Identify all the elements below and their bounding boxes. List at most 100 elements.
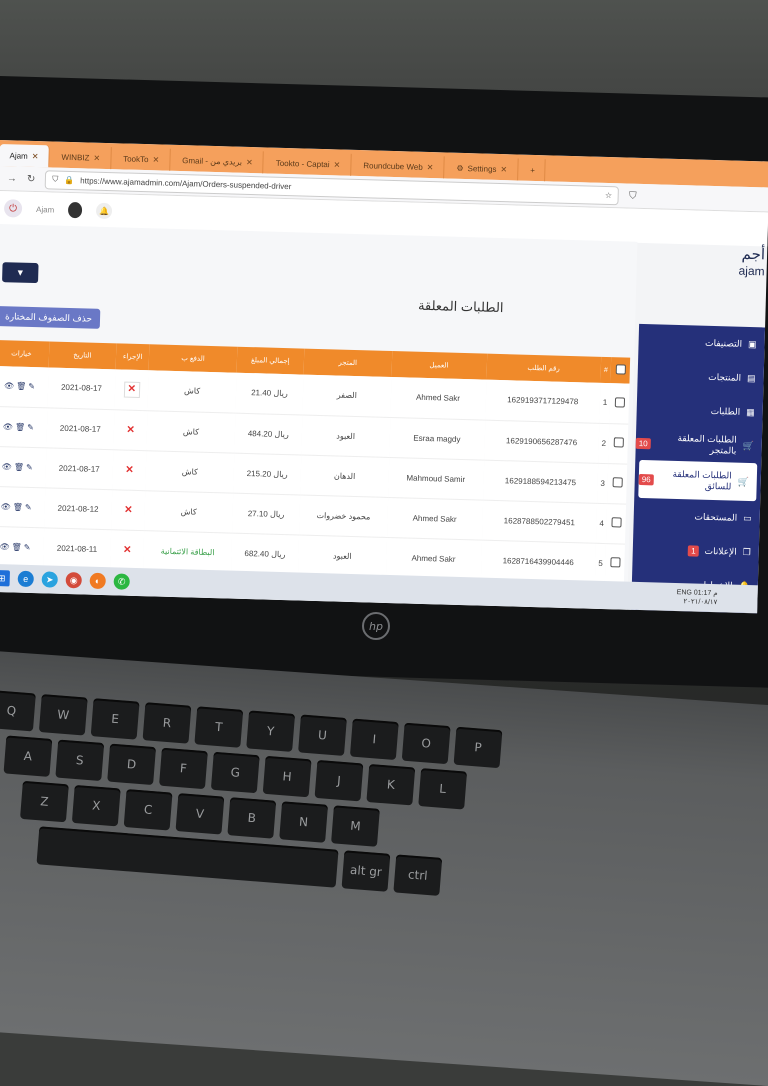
close-icon[interactable]: ✕ — [246, 157, 253, 166]
amount: 484.20 — [247, 428, 273, 439]
close-icon[interactable]: ✕ — [427, 162, 434, 171]
tab-tookto-captain[interactable]: Tookto - Captai ✕ — [265, 151, 352, 176]
whatsapp-icon[interactable]: ✆ — [113, 573, 130, 590]
close-icon[interactable]: ✕ — [152, 155, 159, 164]
reject-icon[interactable]: ✕ — [126, 424, 135, 435]
sidebar-item-orders[interactable]: الطلبات ▦ — [636, 392, 763, 430]
avatar[interactable] — [68, 201, 83, 219]
tab-roundcube[interactable]: Roundcube Web ✕ — [352, 153, 445, 179]
cell-store: الدهان — [333, 470, 356, 481]
cell-store: العبود — [332, 550, 352, 561]
new-tab-button[interactable]: + — [519, 158, 547, 182]
logo-latin: ajam — [738, 263, 765, 279]
reject-icon[interactable]: ✕ — [123, 381, 140, 398]
currency: ريال — [274, 429, 289, 439]
sidebar-item-label: الطلبات المعلقة للسائق — [672, 468, 732, 492]
column-payment: الدفع ب — [181, 355, 205, 363]
forward-icon[interactable]: → — [7, 173, 17, 184]
amount: 21.40 — [251, 388, 272, 398]
cell-total: ريال 682.40 — [231, 533, 299, 575]
key: Q — [0, 690, 36, 732]
row-checkbox[interactable] — [605, 543, 625, 584]
key: O — [401, 722, 451, 765]
filter-button[interactable]: ▼ — [2, 262, 39, 284]
amount: 27.10 — [247, 508, 268, 519]
row-action-icons[interactable]: 👁🗑✎ — [4, 381, 37, 391]
cell-payment: كاش — [181, 466, 199, 477]
key: C — [123, 789, 173, 831]
cell-payment: كاش — [182, 426, 200, 437]
copy-icon: ❐ — [742, 546, 751, 557]
key: T — [194, 706, 244, 748]
clock-time: 01:17 م — [693, 589, 718, 598]
tab-ajam[interactable]: Ajam ✕ — [0, 143, 50, 168]
tab-gmail[interactable]: Gmail - بريدي من ✕ — [171, 148, 265, 174]
sidebar-item-pending-store[interactable]: 10 الطلبات المعلقة بالمتجر 🛒 — [635, 426, 762, 464]
windows-start-icon[interactable]: ⊞ — [0, 569, 10, 587]
box-icon: ▤ — [747, 372, 756, 383]
sidebar-item-pending-driver[interactable]: 96 الطلبات المعلقة للسائق 🛒 — [638, 459, 758, 502]
reload-icon[interactable]: ↻ — [27, 173, 36, 184]
close-icon[interactable]: ✕ — [32, 151, 39, 160]
key: X — [71, 784, 121, 827]
page-title: الطلبات المعلقة — [417, 297, 504, 316]
reject-icon[interactable]: ✕ — [125, 464, 134, 475]
key: L — [418, 768, 468, 810]
sidebar-item-categories[interactable]: التصنيفات ▣ — [638, 324, 765, 362]
taskbar-clock: ENG 01:17 م ٢٠٢١/٠٨/١٧ — [676, 588, 718, 607]
pocket-icon[interactable]: ⛉ — [629, 190, 637, 201]
cell-date: 2021-08-11 — [56, 543, 98, 554]
cell-payment: كاش — [180, 506, 197, 517]
sidebar-item-label: التصنيفات — [705, 337, 743, 349]
hp-logo: hp — [362, 612, 390, 640]
row-checkbox[interactable] — [608, 423, 628, 464]
key: A — [3, 735, 53, 777]
telegram-icon[interactable]: ➤ — [41, 571, 58, 588]
key: R — [142, 702, 192, 744]
close-icon[interactable]: ✕ — [333, 160, 340, 169]
select-all-checkbox[interactable] — [611, 357, 631, 384]
key: U — [298, 714, 347, 756]
delete-selected-button[interactable]: حذف الصفوف المختارة — [0, 305, 101, 329]
sidebar-item-products[interactable]: المنتجات ▤ — [637, 358, 764, 396]
tab-label: Settings — [467, 163, 497, 174]
row-action-icons[interactable]: 👁🗑✎ — [2, 462, 35, 472]
row-action-icons[interactable]: 👁🗑✎ — [3, 422, 36, 432]
row-action-icons[interactable]: 👁🗑✎ — [0, 542, 33, 552]
row-checkbox[interactable] — [607, 463, 627, 504]
tab-tookto[interactable]: TookTo ✕ — [112, 147, 171, 171]
close-icon[interactable]: ✕ — [500, 164, 507, 173]
ajam-logo: أجم ajam — [674, 245, 765, 295]
lock-icon: 🔒 — [64, 175, 75, 185]
row-actions: 👁🗑✎ — [0, 366, 48, 408]
key: M — [331, 805, 380, 847]
key: J — [314, 759, 364, 802]
count-badge: 96 — [638, 473, 654, 485]
reject-icon[interactable]: ✕ — [124, 504, 133, 515]
cell-action: ✕ — [113, 409, 148, 450]
sidebar-item-label: الطلبات — [710, 405, 741, 417]
firefox-icon[interactable]: ◐ — [89, 572, 106, 590]
tab-winbiz[interactable]: WINBIZ ✕ — [51, 145, 112, 170]
logout-icon[interactable]: ⏻ — [3, 199, 23, 218]
lang-indicator[interactable]: ENG — [677, 589, 692, 596]
row-action-icons[interactable]: 👁🗑✎ — [1, 502, 34, 512]
sidebar-item-ads[interactable]: 1 الإعلانات ❐ — [632, 532, 759, 570]
edge-icon[interactable]: e — [17, 570, 34, 588]
star-icon[interactable]: ☆ — [605, 190, 612, 199]
chrome-icon[interactable]: ◉ — [65, 572, 82, 589]
sidebar-item-dues[interactable]: المستحقات ▭ — [633, 498, 760, 536]
cell-total: ريال 27.10 — [232, 493, 300, 535]
tab-label: TookTo — [123, 153, 149, 164]
cell-total: ريال 484.20 — [234, 413, 302, 455]
row-checkbox[interactable] — [606, 503, 626, 544]
cell-order-id: 1629190656287476 — [505, 435, 578, 447]
currency: ريال — [271, 549, 286, 559]
cell-store: محمود خضروات — [316, 510, 371, 521]
close-icon[interactable]: ✕ — [93, 153, 100, 162]
bell-icon[interactable]: 🔔 — [96, 202, 113, 220]
row-checkbox[interactable] — [609, 383, 629, 424]
tab-settings[interactable]: ⚙ Settings ✕ — [446, 156, 519, 181]
reject-icon[interactable]: ✕ — [123, 544, 132, 555]
currency: ريال — [269, 509, 285, 519]
